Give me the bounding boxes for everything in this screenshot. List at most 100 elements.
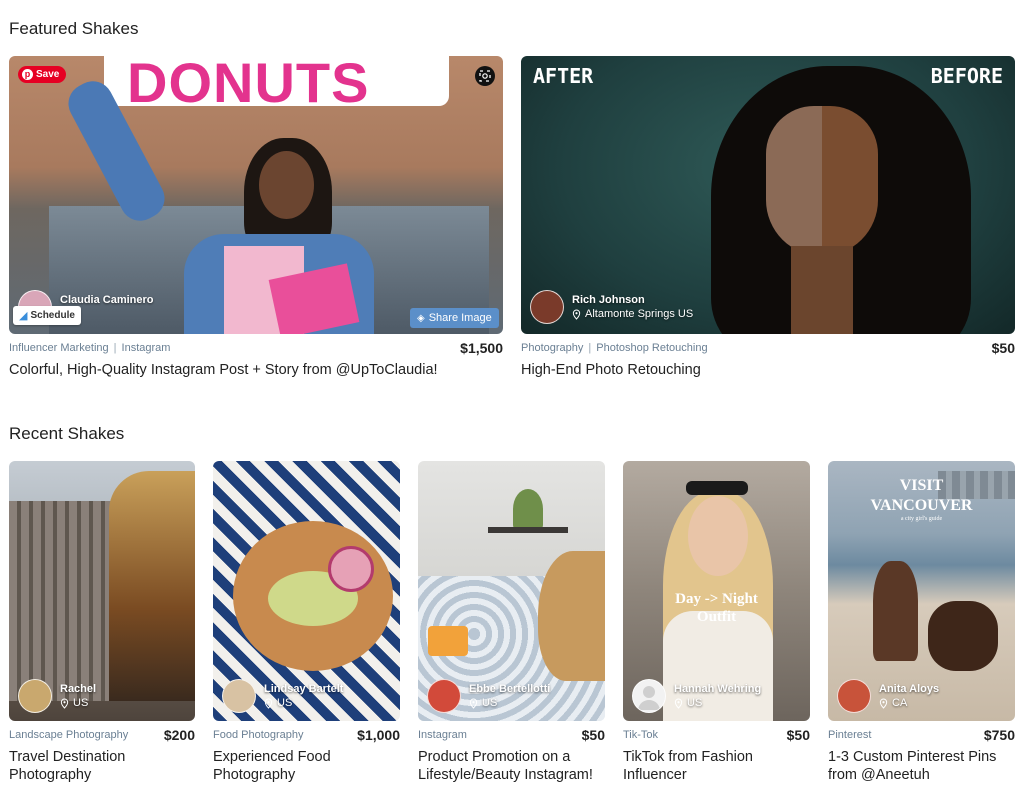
category-link[interactable]: Photography bbox=[521, 342, 583, 354]
person-face bbox=[688, 496, 748, 576]
avatar bbox=[18, 679, 52, 713]
featured-card-image[interactable]: AFTER BEFORE Rich Johnson Altamonte Spri… bbox=[521, 56, 1015, 334]
overlay-small: a city girl's guide bbox=[900, 516, 943, 522]
share-image-button[interactable]: ◈ Share Image bbox=[410, 308, 499, 328]
visual-search-icon[interactable] bbox=[475, 66, 495, 86]
card-title[interactable]: 1-3 Custom Pinterest Pins from @Aneetuh bbox=[828, 748, 996, 784]
shelf bbox=[488, 527, 568, 533]
recent-card-5[interactable]: VISIT VANCOUVER a city girl's guide Anit… bbox=[828, 461, 1015, 791]
seller-name: Lindsay Bartelt bbox=[264, 683, 344, 695]
card-price: $200 bbox=[163, 727, 195, 743]
card-price: $1,000 bbox=[357, 727, 400, 743]
pinterest-icon: p bbox=[22, 69, 33, 80]
card-price: $750 bbox=[983, 727, 1015, 743]
avatar bbox=[632, 679, 666, 713]
card-title[interactable]: Travel Destination Photography bbox=[9, 748, 125, 784]
location-pin-icon bbox=[469, 698, 478, 709]
card-title[interactable]: TikTok from Fashion Influencer bbox=[623, 748, 753, 784]
person-right bbox=[928, 601, 998, 671]
category-link[interactable]: Food Photography bbox=[213, 729, 304, 741]
avatar bbox=[530, 290, 564, 324]
pinterest-save-button[interactable]: p Save bbox=[18, 66, 67, 83]
pinterest-save-label: Save bbox=[36, 69, 60, 80]
seller-name: Claudia Caminero bbox=[60, 294, 154, 306]
recent-card-1[interactable]: Rachel US Landscape Photography $200 Tra… bbox=[9, 461, 195, 791]
seller-info[interactable]: Rich Johnson Altamonte Springs US bbox=[530, 290, 693, 324]
category-link[interactable]: Instagram bbox=[418, 729, 467, 741]
overlay-line-1: VISIT bbox=[899, 477, 944, 494]
featured-card-1[interactable]: DONUTS p Save Claudia Caminero US ◢ Sche… bbox=[9, 56, 503, 386]
recent-card-4[interactable]: Day -> Night Outfit Hannah Wehring US Ti… bbox=[623, 461, 810, 791]
card-title[interactable]: High-End Photo Retouching bbox=[521, 361, 701, 379]
location-pin-icon bbox=[674, 698, 683, 709]
recent-card-image[interactable]: Rachel US bbox=[9, 461, 195, 721]
featured-card-image[interactable]: DONUTS p Save Claudia Caminero US ◢ Sche… bbox=[9, 56, 503, 334]
category-link[interactable]: Pinterest bbox=[828, 729, 871, 741]
avatar bbox=[222, 679, 256, 713]
share-image-label: Share Image bbox=[428, 312, 492, 324]
card-title[interactable]: Colorful, High-Quality Instagram Post + … bbox=[9, 361, 438, 379]
seller-location: US bbox=[469, 696, 550, 710]
seller-name: Anita Aloys bbox=[879, 683, 940, 695]
card-price: $50 bbox=[786, 727, 810, 743]
card-price: $50 bbox=[581, 727, 605, 743]
juice-glasses bbox=[428, 626, 468, 656]
category-link[interactable]: Influencer Marketing bbox=[9, 342, 109, 354]
seller-info[interactable]: Rachel US bbox=[18, 679, 96, 713]
location-pin-icon bbox=[879, 698, 888, 709]
food-radish bbox=[328, 546, 374, 592]
overlay-line-2: VANCOUVER bbox=[870, 497, 973, 514]
recent-card-image[interactable]: VISIT VANCOUVER a city girl's guide Anit… bbox=[828, 461, 1015, 721]
sunglasses bbox=[686, 481, 748, 495]
recent-card-2[interactable]: Lindsay Bartelt US Food Photography $1,0… bbox=[213, 461, 400, 791]
seller-location: US bbox=[674, 696, 761, 710]
seller-location: CA bbox=[879, 696, 939, 710]
schedule-button[interactable]: ◢ Schedule bbox=[13, 306, 81, 325]
avatar bbox=[427, 679, 461, 713]
seller-info[interactable]: Lindsay Bartelt US bbox=[222, 679, 343, 713]
overlay-line-1: Day -> Night bbox=[675, 591, 758, 607]
neck bbox=[791, 246, 853, 334]
featured-section-title: Featured Shakes bbox=[9, 19, 139, 38]
category-link[interactable]: Tik-Tok bbox=[623, 729, 658, 741]
category-link[interactable]: Instagram bbox=[122, 342, 171, 354]
category-link[interactable]: Photoshop Retouching bbox=[596, 342, 707, 354]
recent-card-image[interactable]: Day -> Night Outfit Hannah Wehring US bbox=[623, 461, 810, 721]
card-categories: Photography | Photoshop Retouching bbox=[521, 342, 708, 354]
card-title[interactable]: Experienced Food Photography bbox=[213, 748, 331, 784]
recent-card-3[interactable]: Ebbe Bertellotti US Instagram $50 Produc… bbox=[418, 461, 605, 791]
seller-location: US bbox=[264, 696, 343, 710]
seller-location: Altamonte Springs US bbox=[572, 307, 693, 321]
seller-info[interactable]: Anita Aloys CA bbox=[837, 679, 939, 713]
donut-sign-text: DONUTS bbox=[127, 56, 370, 114]
category-link[interactable]: Landscape Photography bbox=[9, 729, 128, 741]
seller-name: Ebbe Bertellotti bbox=[469, 683, 551, 695]
avatar bbox=[837, 679, 871, 713]
seller-name: Rachel bbox=[60, 683, 97, 695]
before-label: BEFORE bbox=[930, 64, 1003, 88]
default-avatar-icon bbox=[638, 686, 660, 710]
card-price: $50 bbox=[991, 340, 1015, 356]
recent-card-image[interactable]: Ebbe Bertellotti US bbox=[418, 461, 605, 721]
carousel bbox=[109, 471, 195, 701]
location-pin-icon bbox=[60, 698, 69, 709]
overlay-line-2: Outfit bbox=[696, 609, 737, 625]
card-title[interactable]: Product Promotion on a Lifestyle/Beauty I… bbox=[418, 748, 593, 784]
person-face bbox=[259, 151, 314, 219]
seller-info[interactable]: Hannah Wehring US bbox=[632, 679, 761, 713]
schedule-icon: ◢ bbox=[19, 310, 28, 322]
featured-card-2[interactable]: AFTER BEFORE Rich Johnson Altamonte Spri… bbox=[521, 56, 1015, 386]
seller-name: Rich Johnson bbox=[572, 294, 645, 306]
card-categories: Influencer Marketing | Instagram bbox=[9, 342, 171, 354]
recent-section-title: Recent Shakes bbox=[9, 424, 125, 443]
after-label: AFTER bbox=[533, 64, 594, 88]
recent-card-image[interactable]: Lindsay Bartelt US bbox=[213, 461, 400, 721]
location-pin-icon bbox=[264, 698, 273, 709]
location-pin-icon bbox=[572, 309, 581, 320]
seller-location: US bbox=[60, 696, 96, 710]
seller-info[interactable]: Ebbe Bertellotti US bbox=[427, 679, 550, 713]
seller-name: Hannah Wehring bbox=[674, 683, 762, 695]
schedule-label: Schedule bbox=[30, 310, 75, 321]
layers-icon: ◈ bbox=[417, 312, 425, 324]
building bbox=[9, 501, 119, 701]
